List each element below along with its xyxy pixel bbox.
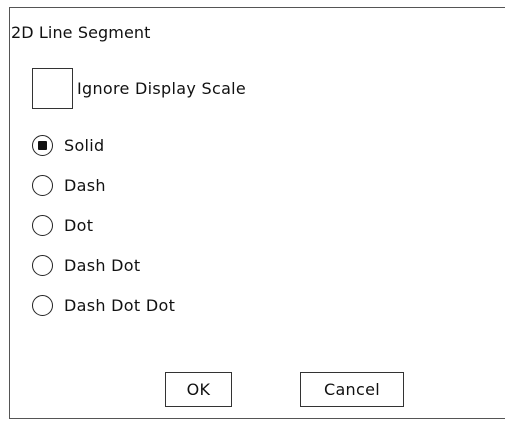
radio-dash[interactable] — [32, 174, 53, 196]
radio-option-dash-dot-dot[interactable]: Dash Dot Dot — [32, 292, 175, 318]
cancel-button[interactable]: Cancel — [300, 372, 404, 407]
radio-dash-dot[interactable] — [32, 254, 53, 276]
ok-button[interactable]: OK — [165, 372, 232, 407]
radio-label-dot[interactable]: Dot — [64, 216, 93, 235]
radio-label-dash-dot[interactable]: Dash Dot — [64, 256, 140, 275]
radio-dash-dot-dot[interactable] — [32, 294, 53, 316]
radio-label-dash[interactable]: Dash — [64, 176, 106, 195]
radio-selected-dot — [38, 140, 47, 150]
line-segment-dialog: 2D Line Segment Ignore Display Scale Sol… — [9, 7, 505, 419]
ignore-display-scale-checkbox[interactable] — [32, 68, 73, 109]
ignore-display-scale-label[interactable]: Ignore Display Scale — [77, 79, 246, 98]
radio-option-dash[interactable]: Dash — [32, 172, 106, 198]
radio-option-dash-dot[interactable]: Dash Dot — [32, 252, 140, 278]
ignore-display-scale-option[interactable]: Ignore Display Scale — [32, 66, 246, 111]
radio-label-dash-dot-dot[interactable]: Dash Dot Dot — [64, 296, 175, 315]
radio-option-solid[interactable]: Solid — [32, 132, 105, 158]
radio-dot[interactable] — [32, 214, 53, 236]
radio-solid[interactable] — [32, 134, 53, 156]
dialog-title: 2D Line Segment — [11, 23, 151, 42]
radio-option-dot[interactable]: Dot — [32, 212, 93, 238]
radio-label-solid[interactable]: Solid — [64, 136, 105, 155]
